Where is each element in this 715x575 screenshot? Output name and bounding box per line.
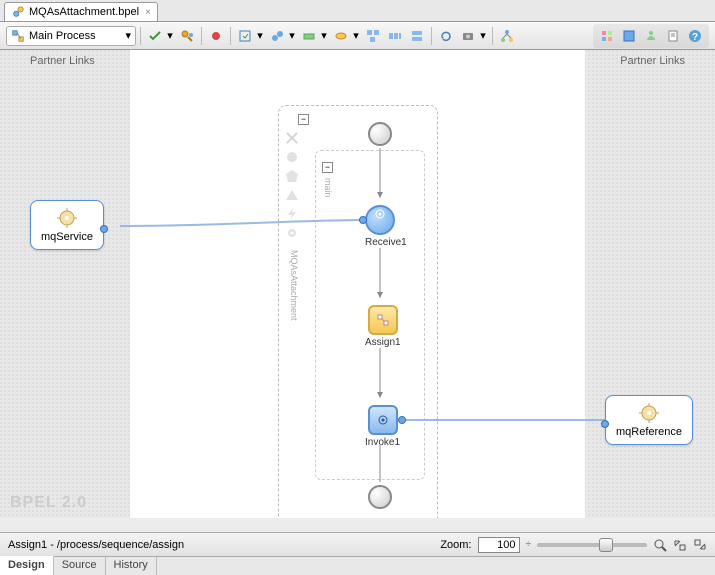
tab-design[interactable]: Design — [0, 556, 54, 575]
zoom-controls: Zoom: ÷ — [440, 537, 707, 553]
tab-source[interactable]: Source — [54, 557, 106, 575]
invoke-output-port[interactable] — [398, 416, 406, 424]
variable-button[interactable] — [331, 26, 351, 46]
partner-links-left-label: Partner Links — [30, 55, 95, 67]
breadcrumb: Assign1 - /process/sequence/assign — [8, 539, 184, 551]
structure-button[interactable] — [597, 26, 617, 46]
properties-button[interactable] — [619, 26, 639, 46]
palette-circle-icon[interactable] — [284, 149, 300, 165]
bpel-file-icon — [11, 5, 25, 19]
validate-button[interactable] — [145, 26, 165, 46]
svg-text:?: ? — [692, 32, 698, 43]
refresh-button[interactable] — [436, 26, 456, 46]
receive-input-port[interactable] — [359, 216, 367, 224]
invoke-node-label: Invoke1 — [365, 437, 400, 448]
status-bar: Assign1 - /process/sequence/assign Zoom:… — [0, 532, 715, 556]
file-tab-label: MQAsAttachment.bpel — [29, 6, 139, 18]
design-canvas[interactable]: Partner Links Partner Links BPEL 2.0 − −… — [0, 50, 715, 518]
partner-button[interactable] — [299, 26, 319, 46]
palette-x-icon[interactable] — [284, 130, 300, 146]
help-button[interactable]: ? — [685, 26, 705, 46]
scope-dropdown-label: Main Process — [29, 30, 96, 42]
zoom-fit-icon[interactable] — [653, 538, 667, 552]
collapse-process-icon[interactable]: − — [298, 114, 309, 125]
collapse-sequence-icon[interactable]: − — [322, 162, 333, 173]
process-icon — [11, 29, 25, 43]
file-tab[interactable]: MQAsAttachment.bpel × — [4, 2, 158, 21]
partner-mqreference-label: mqReference — [616, 426, 682, 438]
sequence-scope-label: main — [323, 178, 333, 198]
partner-mqservice-label: mqService — [41, 231, 93, 243]
start-node[interactable] — [368, 122, 392, 146]
mqreference-port[interactable] — [601, 420, 609, 428]
partner-dropdown[interactable]: ▾ — [321, 29, 327, 42]
assign-node[interactable]: Assign1 — [365, 305, 401, 348]
toolbar: Main Process ▾ ▾ ▾ ▾ ▾ ▾ ▾ ? — [0, 22, 715, 50]
activity-palette — [282, 130, 302, 241]
monitor-button[interactable] — [267, 26, 287, 46]
bpel-version-watermark: BPEL 2.0 — [10, 494, 87, 512]
assign-node-label: Assign1 — [365, 337, 401, 348]
mqservice-port[interactable] — [100, 225, 108, 233]
gear-icon — [56, 207, 78, 229]
collapse-icon[interactable] — [693, 538, 707, 552]
alerts-button[interactable] — [641, 26, 661, 46]
snapshot-button[interactable] — [458, 26, 478, 46]
variable-dropdown[interactable]: ▾ — [353, 29, 359, 42]
process-sequence-label: MQAsAttachment — [289, 250, 299, 321]
zoom-label: Zoom: — [440, 539, 471, 551]
find-button[interactable] — [177, 26, 197, 46]
tab-history[interactable]: History — [106, 557, 157, 575]
docs-button[interactable] — [663, 26, 683, 46]
snapshot-dropdown[interactable]: ▾ — [480, 29, 486, 42]
expand-icon[interactable] — [673, 538, 687, 552]
hierarchy-button[interactable] — [497, 26, 517, 46]
layout3-button[interactable] — [407, 26, 427, 46]
validate-dropdown[interactable]: ▾ — [167, 29, 173, 42]
scope-dropdown[interactable]: Main Process ▾ — [6, 26, 136, 46]
zoom-input[interactable] — [478, 537, 520, 553]
layout2-button[interactable] — [385, 26, 405, 46]
zoom-stepper[interactable]: ÷ — [526, 539, 532, 550]
receive-node[interactable]: Receive1 — [365, 205, 407, 248]
gear-icon — [373, 207, 387, 221]
monitor-dropdown[interactable]: ▾ — [289, 29, 295, 42]
file-tab-bar: MQAsAttachment.bpel × — [0, 0, 715, 22]
partner-links-right-label: Partner Links — [620, 55, 685, 67]
palette-pentagon-icon[interactable] — [284, 168, 300, 184]
test-dropdown[interactable]: ▾ — [257, 29, 263, 42]
end-node[interactable] — [368, 485, 392, 509]
test-button[interactable] — [235, 26, 255, 46]
palette-bolt-icon[interactable] — [284, 206, 300, 222]
invoke-node[interactable]: Invoke1 — [365, 405, 400, 448]
gear-icon — [376, 413, 390, 427]
breakpoint-button[interactable] — [206, 26, 226, 46]
bottom-tab-bar: Design Source History — [0, 556, 715, 575]
palette-gear-icon[interactable] — [284, 225, 300, 241]
assign-icon — [376, 313, 390, 327]
right-toolbar-group: ? — [593, 24, 709, 48]
layout1-button[interactable] — [363, 26, 383, 46]
receive-node-label: Receive1 — [365, 237, 407, 248]
partner-mqservice[interactable]: mqService — [30, 200, 104, 250]
palette-triangle-icon[interactable] — [284, 187, 300, 203]
chevron-down-icon: ▾ — [125, 29, 131, 42]
partner-mqreference[interactable]: mqReference — [605, 395, 693, 445]
gear-icon — [638, 402, 660, 424]
zoom-slider[interactable] — [537, 543, 647, 547]
close-icon[interactable]: × — [145, 7, 151, 18]
zoom-slider-thumb[interactable] — [599, 538, 613, 552]
